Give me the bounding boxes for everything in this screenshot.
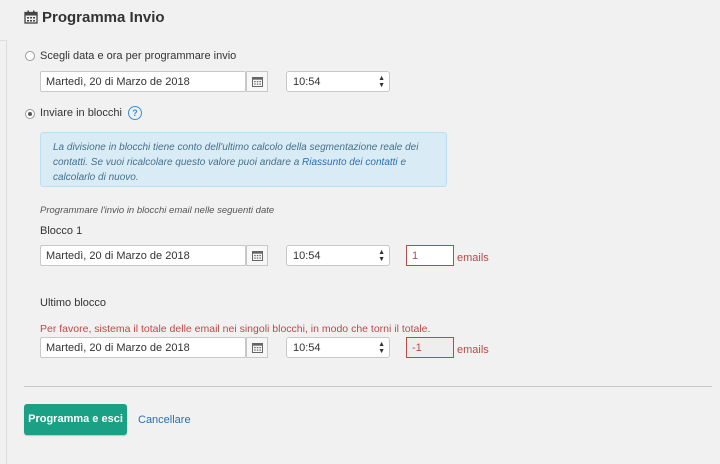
schedule-date-picker-button[interactable]: [246, 71, 268, 92]
last-block-date-input[interactable]: Martedì, 20 di Marzo de 2018: [40, 337, 246, 358]
last-block-label: Ultimo blocco: [40, 297, 107, 309]
blocks-label: Inviare in blocchi: [40, 107, 122, 119]
last-block-time-value: 10:54: [293, 342, 321, 354]
contacts-summary-link[interactable]: Riassunto dei contatti: [302, 157, 398, 168]
calendar-icon: [252, 77, 263, 87]
block1-label: Blocco 1: [40, 225, 83, 237]
last-block-emails-label: emails: [457, 344, 489, 356]
schedule-time-value: 10:54: [293, 76, 321, 88]
validation-error: Per favore, sistema il totale delle emai…: [40, 323, 431, 335]
schedule-time-select[interactable]: 10:54 ▲ ▼: [286, 71, 390, 92]
schedule-date-input[interactable]: Martedì, 20 di Marzo de 2018: [40, 71, 246, 92]
calendar-icon: [252, 343, 263, 353]
blocks-radio[interactable]: [25, 109, 35, 119]
schedule-and-exit-button[interactable]: Programma e esci: [24, 404, 127, 435]
block1-time-value: 10:54: [293, 250, 321, 262]
calendar-icon: [252, 251, 263, 261]
info-alert: La divisione in blocchi tiene conto dell…: [40, 132, 447, 187]
select-arrows-icon: ▲ ▼: [378, 249, 385, 263]
blocks-hint: Programmare l'invio in blocchi email nel…: [40, 205, 275, 216]
schedule-panel: Scegli data e ora per programmare invio …: [6, 40, 720, 464]
block1-emails-label: emails: [457, 252, 489, 264]
last-block-quantity-input: -1: [406, 337, 454, 358]
block1-time-select[interactable]: 10:54 ▲ ▼: [286, 245, 390, 266]
block1-quantity-input[interactable]: 1: [406, 245, 454, 266]
help-icon[interactable]: ?: [128, 106, 142, 120]
schedule-date-radio[interactable]: [25, 51, 35, 61]
page-title: Programma Invio: [42, 9, 165, 26]
cancel-link[interactable]: Cancellare: [138, 414, 191, 426]
last-block-time-select[interactable]: 10:54 ▲ ▼: [286, 337, 390, 358]
select-arrows-icon: ▲ ▼: [378, 75, 385, 89]
last-block-date-picker-button[interactable]: [246, 337, 268, 358]
block1-date-picker-button[interactable]: [246, 245, 268, 266]
schedule-date-label: Scegli data e ora per programmare invio: [40, 50, 237, 62]
page-header: Programma Invio: [0, 0, 720, 41]
select-arrows-icon: ▲ ▼: [378, 341, 385, 355]
divider: [24, 386, 712, 387]
calendar-icon: [24, 10, 38, 24]
block1-date-input[interactable]: Martedì, 20 di Marzo de 2018: [40, 245, 246, 266]
